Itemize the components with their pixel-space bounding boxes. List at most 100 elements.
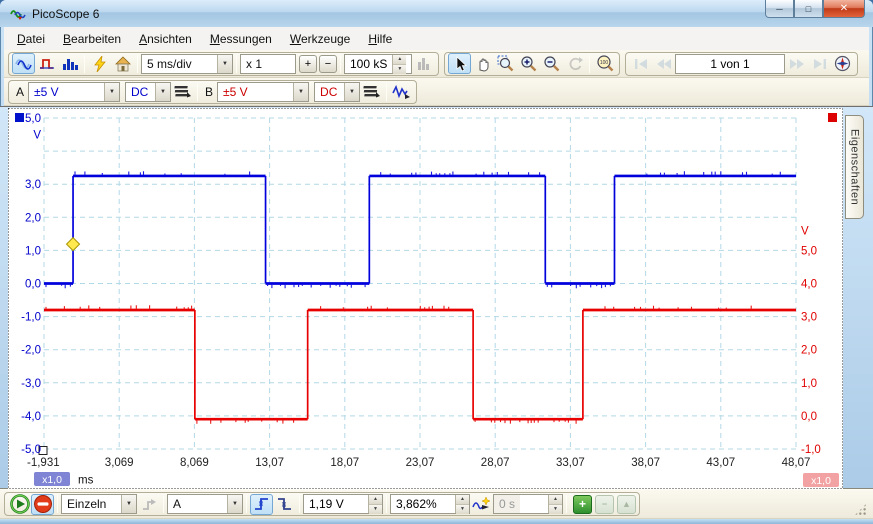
zoom-out-icon <box>544 56 560 72</box>
hand-pan-button[interactable] <box>471 53 494 74</box>
zoom-in-button[interactable] <box>517 53 540 74</box>
channel-a-coupling-value: DC <box>131 84 149 99</box>
bars-hand-icon <box>417 58 429 70</box>
persistence-view-button[interactable] <box>35 53 58 74</box>
maximize-button[interactable]: □ <box>794 0 823 18</box>
zoom-out-button[interactable] <box>540 53 563 74</box>
buffer-page-indicator[interactable]: 1 von 1 <box>675 53 785 74</box>
x-axis-tick-label: 28,07 <box>481 457 510 469</box>
last-buffer-button[interactable] <box>808 53 831 74</box>
trigger-marker-diamond[interactable] <box>65 236 81 252</box>
trigger-delay-value: 0 s <box>494 495 521 513</box>
right-axis-label: 3,0 <box>801 312 817 324</box>
trigger-group: Einzeln ▼ A ▼ 1,19 V ▲ ▼ 3,862% ▲ ▼ 0 s … <box>4 492 640 516</box>
tab-properties[interactable]: Eigenschaften <box>845 115 864 219</box>
channel-a-options-button[interactable] <box>171 81 194 102</box>
scope-view[interactable]: 5,0 V 3,0 2,0 1,0 0,0 -1,0 -2,0 -3,0 -4,0 -5,0 V 5,0… <box>8 108 843 489</box>
menu-item-messungen[interactable]: Messungen <box>201 29 281 49</box>
trigger-delay-button[interactable] <box>470 494 493 515</box>
auto-setup-button[interactable] <box>88 53 111 74</box>
spin-up-icon[interactable]: ▲ <box>369 495 382 505</box>
channel-b-options-button[interactable] <box>360 81 383 102</box>
chevron-down-icon[interactable]: ▼ <box>155 82 171 101</box>
chevron-down-icon[interactable]: ▼ <box>217 54 232 73</box>
sample-count-spinner[interactable]: 100 kS ▲ ▼ <box>344 53 412 74</box>
scope-view-button[interactable] <box>12 53 35 74</box>
x-axis-tick-label: 23,07 <box>406 457 435 469</box>
spinner-buttons: ▲ ▼ <box>368 495 382 514</box>
spin-up-icon[interactable]: ▲ <box>393 54 407 65</box>
normal-select-button[interactable] <box>448 53 471 74</box>
menu-item-hilfe[interactable]: Hilfe <box>359 29 401 49</box>
buffer-navigation-group: 1 von 1 <box>625 51 858 76</box>
stop-capture-button[interactable] <box>31 493 54 515</box>
edit-measurement-button[interactable]: ▲ <box>617 494 636 514</box>
zoom-factor-decrease-button[interactable]: − <box>319 54 337 73</box>
scope-plot[interactable]: 5,0 V 3,0 2,0 1,0 0,0 -1,0 -2,0 -3,0 -4,0 -5,0 V 5,0… <box>8 108 843 489</box>
separator <box>197 82 199 101</box>
trigger-source-select[interactable]: A ▼ <box>167 494 243 514</box>
falling-edge-button[interactable] <box>273 494 296 515</box>
side-panel-strip: Eigenschaften <box>843 108 873 489</box>
channel-b-range-select[interactable]: ±5 V ▼ <box>217 81 310 102</box>
signal-generator-button[interactable] <box>390 81 413 102</box>
title-bar[interactable]: PicoScope 6 <box>0 0 873 27</box>
undo-zoom-button[interactable] <box>563 53 586 74</box>
next-buffer-button[interactable] <box>785 53 808 74</box>
menu-item-datei[interactable]: Datei <box>8 29 54 49</box>
menu-item-ansichten[interactable]: Ansichten <box>130 29 201 49</box>
menu-item-bearbeiten[interactable]: Bearbeiten <box>54 29 130 49</box>
separator <box>340 54 341 73</box>
spin-up-icon[interactable]: ▲ <box>456 495 469 505</box>
spin-down-icon[interactable]: ▼ <box>369 505 382 514</box>
timebase-value: 5 ms/div <box>147 56 192 71</box>
channel-a-range-select[interactable]: ±5 V ▼ <box>28 81 121 102</box>
spectrum-view-button[interactable] <box>58 53 81 74</box>
step-arrow-icon <box>142 498 156 510</box>
zoom-100-button[interactable]: 100 <box>593 53 616 74</box>
close-button[interactable]: ✕ <box>823 0 865 18</box>
pretrigger-spinner[interactable]: 3,862% ▲ ▼ <box>390 494 470 514</box>
capture-mode-select[interactable]: Einzeln ▼ <box>61 494 137 514</box>
spin-down-icon[interactable]: ▼ <box>549 505 562 514</box>
trigger-level-spinner[interactable]: 1,19 V ▲ ▼ <box>303 494 383 514</box>
marquee-zoom-button[interactable] <box>494 53 517 74</box>
chevron-down-icon[interactable]: ▼ <box>293 82 309 101</box>
channel-b-axis-handle[interactable] <box>828 113 837 122</box>
right-axis-label: 0,0 <box>801 411 817 423</box>
channel-a-coupling-select[interactable]: DC ▼ <box>125 81 172 102</box>
start-capture-button[interactable] <box>8 494 31 515</box>
window-title: PicoScope 6 <box>32 6 100 21</box>
pretrigger-value: 3,862% <box>396 497 437 511</box>
sample-mode-button[interactable] <box>412 53 435 74</box>
zoom-factor-input[interactable]: x 1 <box>240 53 296 74</box>
trigger-delay-spinner[interactable]: 0 s ▲ ▼ <box>493 494 563 514</box>
rising-edge-button[interactable] <box>250 493 273 515</box>
separator <box>386 82 388 101</box>
buffer-overview-button[interactable] <box>831 53 854 74</box>
chevron-down-icon[interactable]: ▼ <box>104 82 120 101</box>
chevron-down-icon[interactable]: ▼ <box>227 495 242 513</box>
channel-a-axis-handle[interactable] <box>15 113 24 122</box>
spin-up-icon[interactable]: ▲ <box>549 495 562 505</box>
menu-item-werkzeuge[interactable]: Werkzeuge <box>281 29 359 49</box>
chevron-down-icon[interactable]: ▼ <box>121 495 136 513</box>
spin-down-icon[interactable]: ▼ <box>393 64 407 74</box>
timebase-select[interactable]: 5 ms/div ▼ <box>141 53 233 74</box>
minimize-button[interactable]: ─ <box>765 0 794 18</box>
first-buffer-button[interactable] <box>629 53 652 74</box>
zoom-factor-increase-button[interactable]: + <box>299 54 317 73</box>
resize-grip[interactable] <box>854 503 867 516</box>
remove-measurement-button[interactable]: − <box>595 494 614 514</box>
channel-b-coupling-select[interactable]: DC ▼ <box>314 81 361 102</box>
chevron-down-icon[interactable]: ▼ <box>344 82 360 101</box>
previous-buffer-button[interactable] <box>652 53 675 74</box>
add-measurement-button[interactable]: + <box>573 494 592 514</box>
home-settings-button[interactable] <box>111 53 134 74</box>
separator <box>299 495 300 513</box>
spin-down-icon[interactable]: ▼ <box>456 505 469 514</box>
channel-b-range-value: ±5 V <box>223 84 248 99</box>
x-axis-tick-label: -1,931 <box>27 457 60 469</box>
rapid-trigger-button[interactable] <box>137 494 160 515</box>
separator <box>246 495 247 513</box>
